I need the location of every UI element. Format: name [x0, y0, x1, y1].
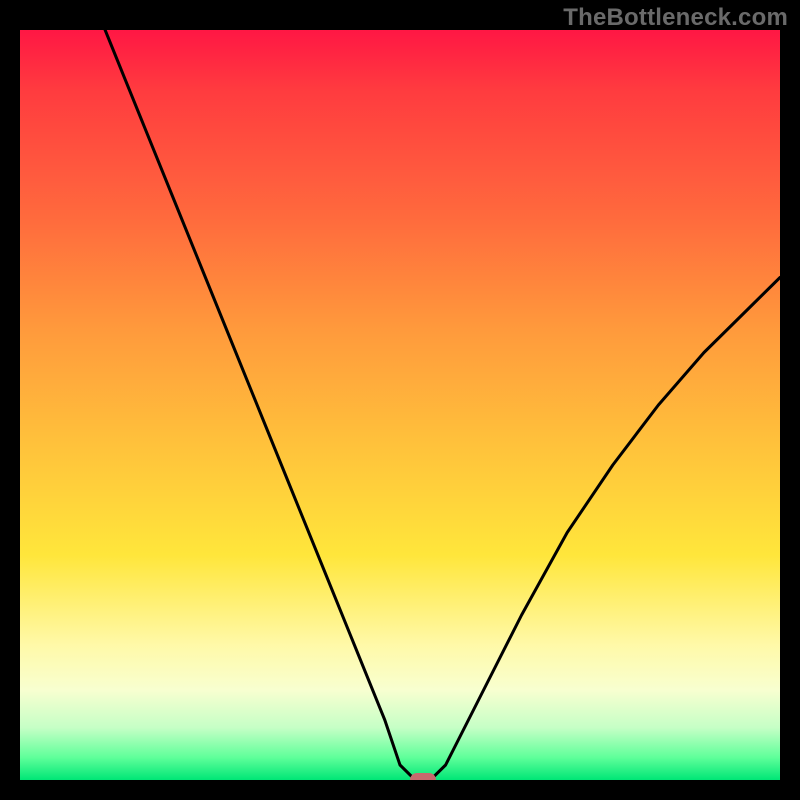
curve-svg [20, 30, 780, 780]
plot-area [20, 30, 780, 780]
optimal-marker-icon [410, 773, 436, 780]
chart-frame: TheBottleneck.com [0, 0, 800, 800]
bottleneck-curve [20, 30, 780, 780]
watermark-text: TheBottleneck.com [563, 4, 788, 32]
